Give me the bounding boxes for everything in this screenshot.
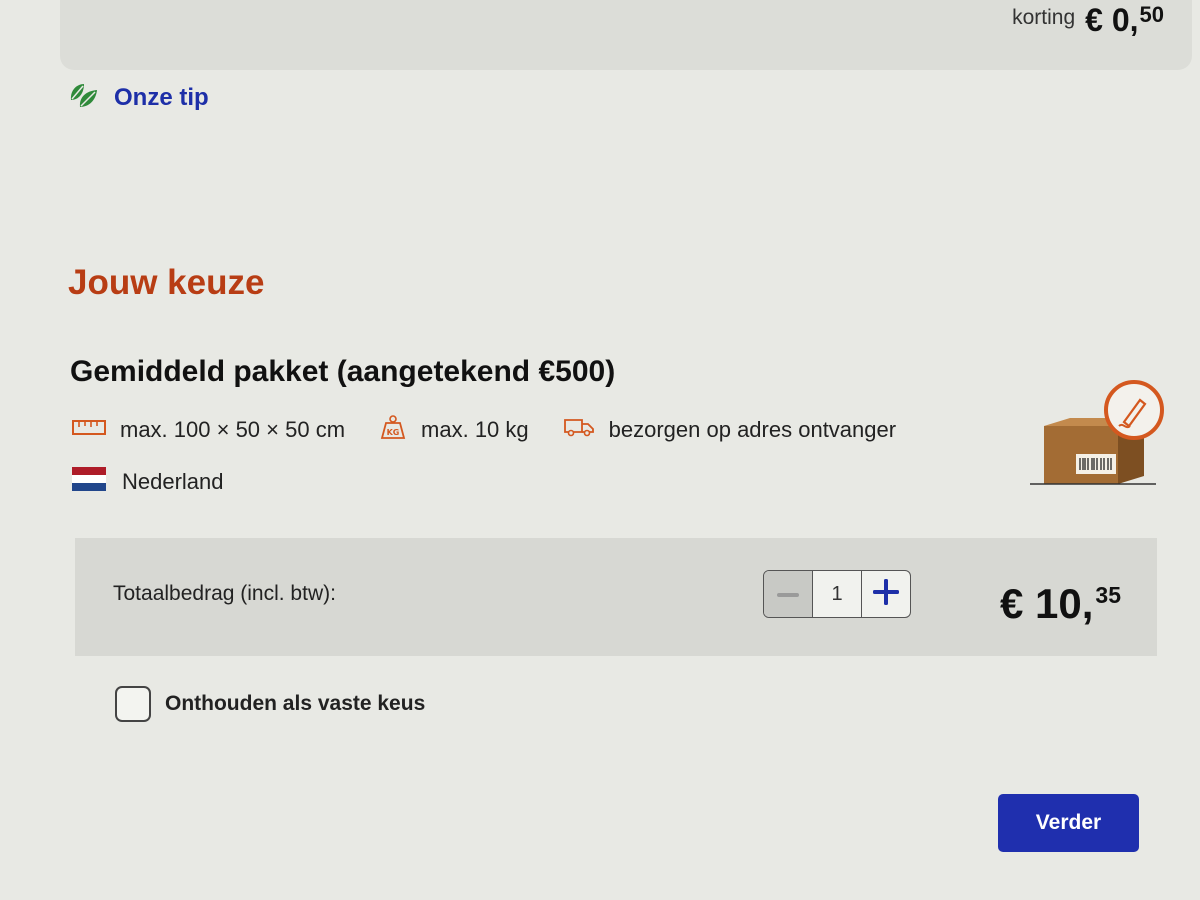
spec-dimensions-text: max. 100 × 50 × 50 cm [120, 417, 346, 442]
country-name: Nederland [122, 469, 224, 494]
quantity-value[interactable]: 1 [812, 571, 862, 617]
remember-checkbox[interactable] [115, 686, 151, 722]
total-amount-bar: Totaalbedrag (incl. btw): 1 € 10, 35 [75, 538, 1157, 656]
remember-choice[interactable]: Onthouden als vaste keus [115, 686, 425, 722]
discount-currency: € [1085, 2, 1103, 38]
total-currency: € [999, 580, 1024, 627]
total-cents: 35 [1095, 582, 1121, 608]
registered-parcel-illustration [1026, 378, 1166, 495]
discount-card: korting € 0, 50 [60, 0, 1192, 70]
svg-text:KG: KG [387, 428, 400, 437]
spec-dimensions: max. 100 × 50 × 50 cm [72, 417, 345, 443]
leaf-icon [68, 80, 100, 115]
discount-cents: 50 [1139, 2, 1164, 27]
product-specs: max. 100 × 50 × 50 cm KG max. 10 kg bezo… [72, 414, 930, 446]
product-title: Gemiddeld pakket (aangetekend €500) [70, 355, 616, 388]
spec-weight: KG max. 10 kg [379, 414, 529, 446]
destination-country: Nederland [72, 467, 224, 497]
spec-weight-text: max. 10 kg [421, 417, 529, 442]
tip-label: Onze tip [114, 83, 209, 111]
quantity-stepper[interactable]: 1 [763, 570, 911, 618]
discount-whole: 0, [1111, 2, 1139, 38]
weight-icon: KG [379, 414, 407, 446]
total-label: Totaalbedrag (incl. btw): [113, 582, 336, 605]
remember-label: Onthouden als vaste keus [165, 692, 426, 715]
increase-quantity-button[interactable] [862, 571, 910, 617]
discount-amount: € 0, 50 [1085, 2, 1164, 39]
discount-label: korting [1012, 6, 1076, 29]
discount-row: korting € 0, 50 [1012, 2, 1164, 39]
dutch-flag-icon [72, 467, 106, 497]
plus-icon [873, 578, 899, 610]
ruler-icon [72, 417, 106, 443]
spec-delivery-text: bezorgen op adres ontvanger [608, 417, 897, 442]
minus-icon [777, 585, 799, 603]
our-tip[interactable]: Onze tip [68, 80, 209, 115]
total-whole: 10, [1035, 580, 1094, 627]
section-heading: Jouw keuze [68, 263, 265, 302]
delivery-van-icon [563, 417, 595, 443]
decrease-quantity-button[interactable] [764, 571, 812, 617]
total-price: € 10, 35 [1000, 580, 1121, 628]
next-button[interactable]: Verder [998, 794, 1139, 852]
spec-delivery: bezorgen op adres ontvanger [563, 417, 896, 443]
